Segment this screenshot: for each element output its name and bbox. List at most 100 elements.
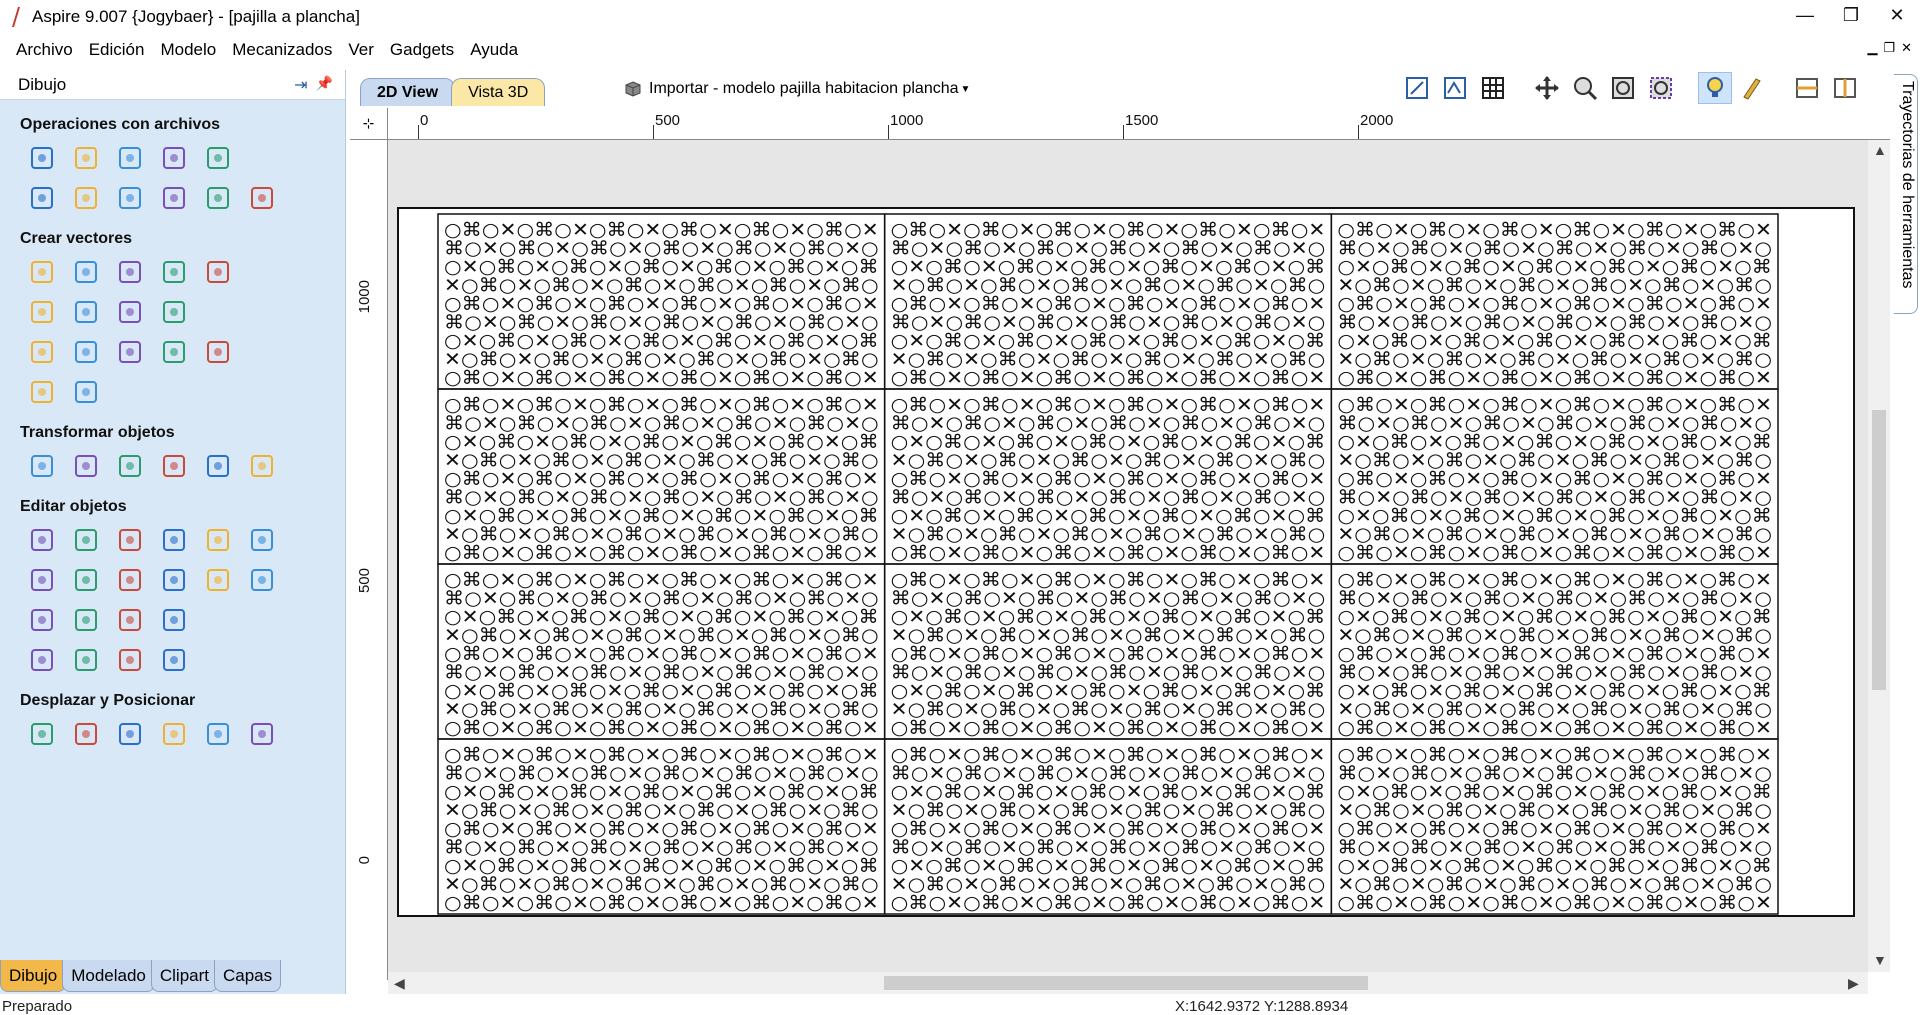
path-copy-icon[interactable]	[152, 716, 196, 752]
menu-archivo[interactable]: Archivo	[8, 40, 81, 60]
close-button[interactable]: ✕	[1874, 0, 1920, 30]
curve-icon[interactable]	[64, 294, 108, 330]
layout-horizontal-icon[interactable]	[1790, 72, 1824, 104]
center-icon[interactable]	[240, 448, 284, 484]
redo-icon[interactable]	[240, 180, 284, 216]
dock-icon[interactable]: ⇥	[294, 75, 307, 95]
trim-icon[interactable]	[108, 562, 152, 598]
maximize-button[interactable]: ❐	[1828, 0, 1874, 30]
grid-copy-icon[interactable]	[196, 716, 240, 752]
mdi-minimize-icon[interactable]: ▁	[1867, 40, 1877, 56]
new-file-icon[interactable]	[20, 140, 64, 176]
tab-dibujo[interactable]: Dibujo	[0, 960, 67, 992]
align-icon[interactable]	[108, 448, 152, 484]
scroll-right-icon[interactable]: ▶	[1848, 975, 1859, 992]
zoom-in-icon[interactable]	[1606, 72, 1640, 104]
open-folder-icon[interactable]	[64, 140, 108, 176]
zoom-out-icon[interactable]	[1644, 72, 1678, 104]
menu-gadgets[interactable]: Gadgets	[382, 40, 462, 60]
ungroup-icon[interactable]	[196, 522, 240, 558]
offset-icon[interactable]	[152, 562, 196, 598]
grid-icon[interactable]	[1476, 72, 1510, 104]
step-repeat-icon[interactable]	[240, 716, 284, 752]
scroll-down-icon[interactable]: ▼	[1873, 952, 1887, 968]
spiral-icon[interactable]	[152, 294, 196, 330]
menu-edicion[interactable]: Edición	[81, 40, 153, 60]
s-curve-icon[interactable]	[108, 294, 152, 330]
scissors-icon[interactable]	[196, 562, 240, 598]
undo-icon[interactable]	[196, 180, 240, 216]
text-box-icon[interactable]	[64, 334, 108, 370]
paste-icon[interactable]	[152, 180, 196, 216]
pan-icon[interactable]	[1530, 72, 1564, 104]
tab-capas[interactable]: Capas	[214, 960, 282, 992]
zoom-extents-icon[interactable]	[1400, 72, 1434, 104]
node-edit-icon[interactable]	[64, 522, 108, 558]
select-all-icon[interactable]	[20, 180, 64, 216]
distort-icon[interactable]	[196, 448, 240, 484]
tab-3d-view[interactable]: Vista 3D	[451, 78, 546, 106]
group-icon[interactable]	[152, 522, 196, 558]
merge-icon[interactable]	[64, 562, 108, 598]
angle-icon[interactable]	[20, 602, 64, 638]
tab-clipart[interactable]: Clipart	[150, 960, 218, 992]
nest-icon[interactable]	[20, 716, 64, 752]
smooth-icon[interactable]	[108, 602, 152, 638]
menu-mecanizados[interactable]: Mecanizados	[224, 40, 340, 60]
mdi-restore-icon[interactable]: ❐	[1883, 40, 1895, 56]
tab-2d-view[interactable]: 2D View	[360, 78, 456, 106]
import-icon[interactable]	[196, 140, 240, 176]
rotate-copy-icon[interactable]	[108, 716, 152, 752]
save-icon[interactable]	[108, 140, 152, 176]
vertical-scroll-thumb[interactable]	[1872, 410, 1886, 690]
fillet-icon[interactable]	[240, 562, 284, 598]
join-icon[interactable]	[64, 602, 108, 638]
zoom-box-icon[interactable]	[1568, 72, 1602, 104]
ruler-origin-icon[interactable]: ⊹	[350, 108, 388, 140]
pin-icon[interactable]: 📌	[316, 75, 333, 95]
bezier-icon[interactable]	[152, 642, 196, 678]
drill-icon[interactable]	[20, 374, 64, 410]
curve-fit-icon[interactable]	[108, 642, 152, 678]
tool-display-icon[interactable]	[1736, 72, 1770, 104]
text-on-curve-icon[interactable]	[108, 334, 152, 370]
menu-modelo[interactable]: Modelo	[152, 40, 224, 60]
mirror-icon[interactable]	[152, 448, 196, 484]
mdi-close-icon[interactable]: ✕	[1901, 40, 1912, 56]
scroll-up-icon[interactable]: ▲	[1873, 142, 1887, 158]
interactive-select-icon[interactable]	[108, 522, 152, 558]
move-icon[interactable]	[20, 448, 64, 484]
open-project-icon[interactable]	[152, 140, 196, 176]
dimension-icon[interactable]	[64, 374, 108, 410]
tab-modelado[interactable]: Modelado	[62, 960, 155, 992]
rectangle-icon[interactable]	[108, 254, 152, 290]
select-icon[interactable]	[20, 522, 64, 558]
drawing-canvas[interactable]: ○⌘○✕○⌘○✕○⌘○✕○⌘○✕○⌘○✕○⌘○✕ ⌘○✕○⌘○✕○⌘○✕○⌘○✕○…	[388, 140, 1868, 972]
text-arc-icon[interactable]	[152, 334, 196, 370]
extend-icon[interactable]	[152, 602, 196, 638]
horizontal-scrollbar[interactable]: ◀ ▶	[388, 972, 1868, 994]
minimize-button[interactable]: —	[1782, 0, 1828, 30]
circle-icon[interactable]	[20, 254, 64, 290]
copy-icon[interactable]	[108, 180, 152, 216]
text-abc-icon[interactable]	[196, 334, 240, 370]
array-icon[interactable]	[64, 716, 108, 752]
close-icon[interactable]	[20, 642, 64, 678]
light-bulb-icon[interactable]	[1698, 72, 1732, 104]
text-icon[interactable]	[20, 334, 64, 370]
import-model-dropdown[interactable]: Importar - modelo pajilla habitacion pla…	[625, 76, 970, 102]
weld-icon[interactable]	[20, 562, 64, 598]
cut-icon[interactable]	[64, 180, 108, 216]
fit-arc-icon[interactable]	[64, 642, 108, 678]
view-sheet-icon[interactable]	[1438, 72, 1472, 104]
menu-ayuda[interactable]: Ayuda	[462, 40, 526, 60]
scale-icon[interactable]	[64, 448, 108, 484]
horizontal-scroll-thumb[interactable]	[884, 976, 1368, 990]
star-icon[interactable]	[196, 254, 240, 290]
scroll-left-icon[interactable]: ◀	[394, 975, 405, 992]
tab-toolpaths[interactable]: Trayectorias de herramientas	[1894, 74, 1918, 314]
polygon-icon[interactable]	[152, 254, 196, 290]
vertical-scrollbar[interactable]: ▲ ▼	[1868, 140, 1890, 972]
measure-icon[interactable]	[240, 522, 284, 558]
polyline-icon[interactable]	[20, 294, 64, 330]
